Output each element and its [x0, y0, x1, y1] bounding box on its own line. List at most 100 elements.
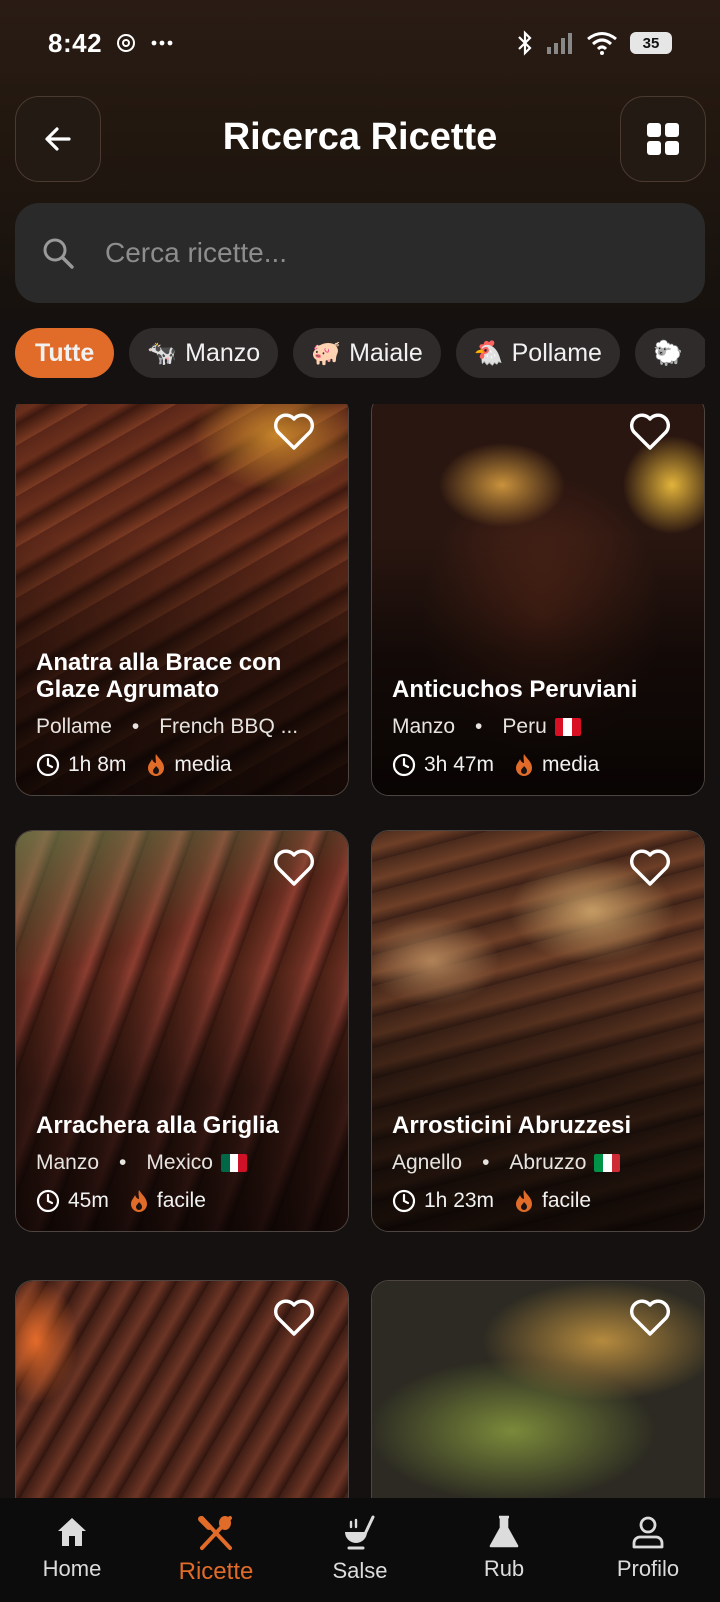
nav-salse[interactable]: Salse: [288, 1498, 432, 1602]
pig-icon: 🐖: [311, 339, 342, 367]
flame-icon: [130, 1190, 147, 1212]
nav-rub[interactable]: Rub: [432, 1498, 576, 1602]
nav-home[interactable]: Home: [0, 1498, 144, 1602]
heart-icon[interactable]: [626, 843, 674, 891]
italy-flag-icon: [594, 1154, 621, 1172]
nav-profilo[interactable]: Profilo: [576, 1498, 720, 1602]
profile-icon: [632, 1516, 664, 1549]
separator: •: [119, 1151, 127, 1174]
recipe-info: Anatra alla Brace con Glaze Agrumato Pol…: [36, 649, 334, 777]
recipe-time: 1h 23m: [424, 1189, 495, 1212]
separator: •: [131, 715, 140, 738]
page-title: Ricerca Ricette: [222, 116, 498, 158]
recipe-info: Arrachera alla Griglia Manzo • Mexico 45…: [36, 1112, 334, 1213]
recipe-card[interactable]: Anatra alla Brace con Glaze Agrumato Pol…: [15, 404, 349, 796]
recipe-meta: Manzo • Mexico: [36, 1151, 334, 1175]
recipe-time: 1h 8m: [68, 753, 127, 776]
sauce-icon: [345, 1515, 375, 1550]
chip-label: Manzo: [185, 338, 261, 367]
recipe-stats: 1h 23m facile: [392, 1189, 690, 1213]
status-right: 35: [516, 30, 672, 56]
flame-icon: [148, 754, 165, 776]
flame-icon: [516, 754, 533, 776]
nav-label: Ricette: [178, 1558, 254, 1585]
clock-icon: [392, 1189, 416, 1213]
recipe-difficulty: facile: [542, 1189, 592, 1212]
nav-label: Profilo: [616, 1556, 680, 1581]
search-bar: [15, 203, 705, 303]
recipe-title: Anatra alla Brace con Glaze Agrumato: [36, 649, 282, 703]
chip-pollame[interactable]: 🐔 Pollame: [455, 328, 620, 378]
sheep-icon: 🐑: [652, 339, 683, 367]
search-icon: [43, 238, 74, 269]
nav-label: Salse: [332, 1558, 388, 1583]
recipe-category: Pollame: [36, 715, 112, 738]
status-left: 8:42: [48, 28, 174, 59]
bottom-navigation: Home Ricette Salse Rub Profilo: [0, 1498, 720, 1602]
recipe-card[interactable]: [371, 1280, 705, 1498]
status-bar: 8:42 35: [0, 0, 720, 86]
clock-icon: [36, 1189, 60, 1213]
more-notifications-icon: [151, 40, 173, 46]
heart-icon[interactable]: [626, 1293, 674, 1341]
nav-label: Home: [42, 1556, 102, 1581]
recipe-stats: 45m facile: [36, 1189, 334, 1213]
recipe-title: Arrachera alla Griglia: [36, 1112, 279, 1139]
recipe-title: Arrosticini Abruzzesi: [392, 1112, 632, 1139]
flask-icon: [489, 1515, 519, 1548]
recipe-card[interactable]: [15, 1280, 349, 1498]
recipe-origin: Abruzzo: [509, 1151, 587, 1174]
wifi-icon: [587, 32, 617, 55]
signal-icon: [547, 33, 572, 54]
nav-label: Rub: [483, 1556, 525, 1581]
nav-ricette[interactable]: Ricette: [144, 1498, 288, 1602]
category-chips: Tutte 🐄 Manzo 🐖 Maiale 🐔 Pollame 🐑: [15, 328, 705, 380]
heart-icon[interactable]: [270, 407, 318, 455]
openai-app-icon: [117, 34, 136, 52]
chip-tutte[interactable]: Tutte: [15, 328, 115, 378]
recipe-card[interactable]: Arrosticini Abruzzesi Agnello • Abruzzo …: [371, 830, 705, 1232]
recipe-category: Manzo: [392, 715, 456, 738]
heart-icon[interactable]: [270, 843, 318, 891]
bluetooth-icon: [518, 30, 532, 56]
recipe-info: Arrosticini Abruzzesi Agnello • Abruzzo …: [392, 1112, 690, 1213]
chip-agnello[interactable]: 🐑: [634, 328, 705, 378]
recipe-meta: Agnello • Abruzzo: [392, 1151, 690, 1175]
recipe-difficulty: media: [174, 753, 232, 776]
grid-view-button[interactable]: [620, 96, 706, 182]
clock-icon: [36, 753, 60, 777]
recipe-card[interactable]: Arrachera alla Griglia Manzo • Mexico 45…: [15, 830, 349, 1232]
recipe-title: Anticuchos Peruviani: [392, 676, 638, 703]
grid-icon: [647, 123, 679, 155]
chicken-icon: 🐔: [473, 339, 504, 367]
separator: •: [475, 715, 483, 738]
clock-icon: [392, 753, 416, 777]
recipe-category: Agnello: [392, 1151, 463, 1174]
chip-maiale[interactable]: 🐖 Maiale: [293, 328, 441, 378]
recipe-difficulty: facile: [156, 1189, 206, 1212]
heart-icon[interactable]: [626, 407, 674, 455]
recipe-meta: Pollame • French BBQ ...: [36, 715, 334, 739]
header: Ricerca Ricette: [0, 96, 720, 182]
cow-icon: 🐄: [147, 339, 178, 367]
heart-icon[interactable]: [270, 1293, 318, 1341]
recipe-card[interactable]: Anticuchos Peruviani Manzo • Peru 3h 47m…: [371, 404, 705, 796]
status-time: 8:42: [48, 27, 103, 58]
recipe-grid: Anatra alla Brace con Glaze Agrumato Pol…: [15, 404, 705, 1498]
recipe-time: 3h 47m: [424, 753, 495, 776]
flame-icon: [516, 1190, 533, 1212]
recipe-category: Manzo: [36, 1151, 100, 1174]
chip-manzo[interactable]: 🐄 Manzo: [129, 328, 279, 378]
recipe-origin: Mexico: [146, 1151, 213, 1174]
recipe-time: 45m: [68, 1189, 109, 1212]
recipe-difficulty: media: [542, 753, 600, 776]
home-icon: [58, 1518, 86, 1546]
battery-indicator: 35: [630, 32, 672, 54]
mexico-flag-icon: [220, 1154, 247, 1172]
chip-label: Maiale: [349, 338, 423, 367]
separator: •: [482, 1151, 490, 1174]
search-input[interactable]: [105, 237, 665, 269]
chip-label: Pollame: [511, 338, 602, 367]
utensils-icon: [198, 1516, 232, 1550]
recipe-info: Anticuchos Peruviani Manzo • Peru 3h 47m…: [392, 676, 690, 777]
